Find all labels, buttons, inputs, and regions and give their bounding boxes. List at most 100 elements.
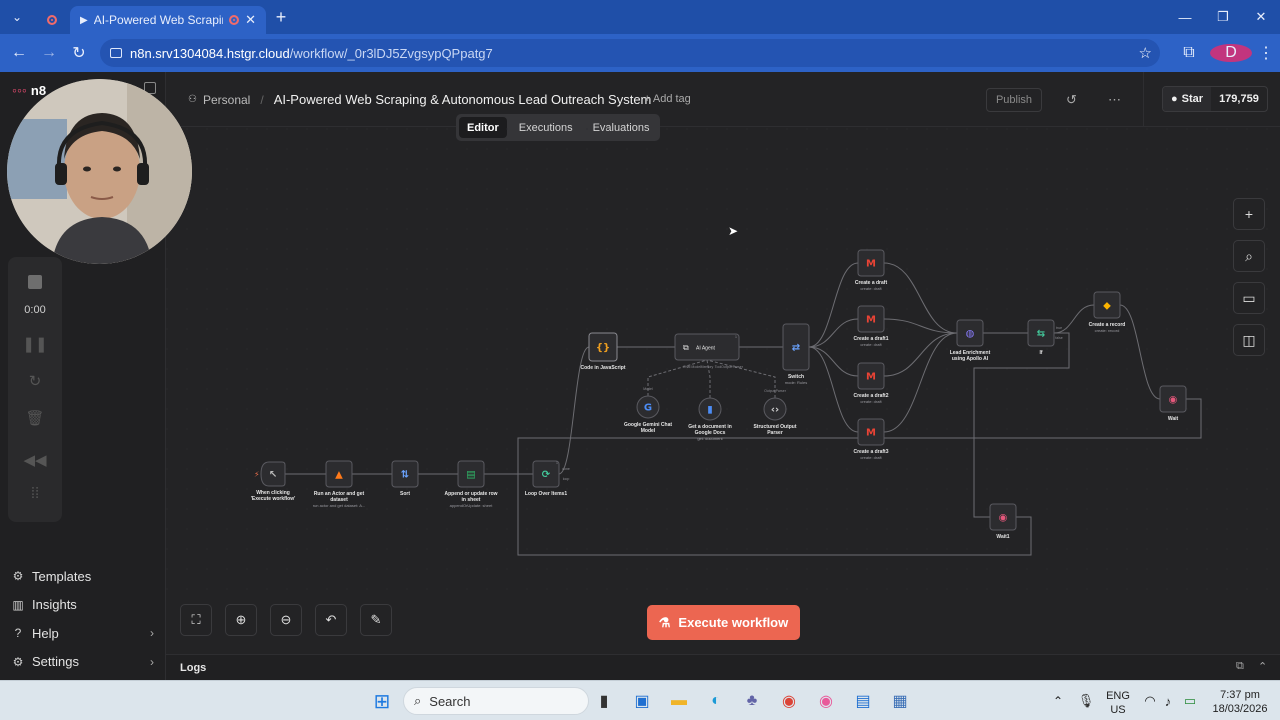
history-icon[interactable]: ↺ — [1066, 92, 1077, 108]
workflow-node-agent[interactable]: ⧉ AI Agent — [674, 333, 740, 361]
stop-recording-button[interactable] — [28, 275, 42, 289]
breadcrumb: ⚇ Personal / AI-Powered Web Scraping & A… — [188, 92, 651, 107]
wait-icon: ◉ — [1169, 395, 1178, 406]
node-title: If — [1039, 350, 1042, 356]
extensions-icon[interactable]: ⧉ — [1168, 44, 1210, 62]
node-title: Model — [641, 428, 656, 434]
pause-icon[interactable]: ❚❚ — [8, 335, 62, 353]
webcam-feed-image — [7, 79, 192, 264]
n8n-app: ◦◦◦ n8 ⚙ Templates ▥ Insights ? Help › ⚙… — [0, 72, 1280, 680]
task-view-icon[interactable]: ▮ — [592, 689, 616, 713]
port-label: loop — [563, 477, 570, 481]
tab-search-menu-button[interactable]: ⌄ — [0, 0, 34, 34]
add-tag-button[interactable]: + Add tag — [644, 93, 691, 105]
zoom-out-button[interactable]: ⊖ — [270, 604, 302, 636]
workflow-node-draft3[interactable]: MCreate a draft3create: draft — [853, 418, 889, 460]
reload-icon[interactable]: ↻ — [64, 43, 94, 63]
apollo-icon: ◍ — [966, 329, 975, 340]
sidebar-item-label: Templates — [32, 568, 92, 584]
chrome-profile-icon[interactable]: ◉ — [814, 689, 838, 713]
clock-date: 18/03/2026 — [1212, 703, 1268, 715]
edge-icon[interactable]: ◐ — [704, 689, 728, 713]
port-label: Output Parser — [721, 365, 744, 369]
bookmark-star-icon[interactable]: ☆ — [1139, 44, 1152, 62]
browser-tab-active[interactable]: ▶ AI-Powered Web Scraping ✕ — [70, 6, 266, 34]
mouse-cursor-icon: ➤ — [728, 224, 739, 238]
new-tab-button[interactable]: + — [266, 7, 296, 28]
restore-icon[interactable]: ❐ — [1204, 0, 1242, 34]
language-indicator[interactable]: ENG US — [1103, 689, 1133, 717]
taskbar-search[interactable]: ⌕ Search — [403, 687, 589, 715]
workflow-canvas[interactable]: ⚡ ↖ When clicking 'Execute workflow' ▲ Run an… — [166, 128, 1280, 654]
calculator-icon[interactable]: ▦ — [888, 689, 912, 713]
apify-icon: ▲ — [335, 470, 343, 481]
more-options-icon[interactable]: ⋯ — [1108, 92, 1121, 108]
header-divider — [1143, 72, 1144, 127]
github-star-label: Star — [1181, 93, 1204, 105]
search-nodes-button[interactable]: ⌕ — [1233, 240, 1265, 272]
windows-start-icon[interactable]: ⊞ — [370, 689, 394, 713]
drag-handle-icon[interactable]: ⁞⁞ — [8, 485, 62, 502]
clock[interactable]: 7:37 pm 18/03/2026 — [1205, 688, 1275, 716]
n8n-logo[interactable]: ◦◦◦ n8 — [12, 82, 46, 98]
workflow-node-airtable[interactable]: ◆Create a recordcreate: record — [1089, 291, 1126, 333]
browser-menu-icon[interactable]: ⋮ — [1252, 43, 1280, 63]
sidebar-item-label: Insights — [32, 597, 77, 613]
address-bar[interactable]: n8n.srv1304084.hstgr.cloud/workflow/_0r3… — [100, 39, 1160, 67]
sidebar-item-help[interactable]: ? Help › — [0, 619, 166, 648]
tidy-up-button[interactable]: ✎ — [360, 604, 392, 636]
tray-overflow-icon[interactable]: ⌃ — [1046, 689, 1070, 713]
undo-button[interactable]: ↶ — [315, 604, 347, 636]
close-window-icon[interactable]: ✕ — [1242, 0, 1280, 34]
workflow-graph[interactable]: ⚡ ↖When clicking'Execute workflow'▲Run an… — [166, 128, 1280, 598]
workflow-node-draft1[interactable]: MCreate a draft1create: draft — [853, 305, 889, 347]
draft3-icon: M — [866, 428, 876, 439]
zoom-in-button[interactable]: ⊕ — [225, 604, 257, 636]
publish-button[interactable]: Publish — [986, 88, 1042, 112]
logs-label: Logs — [180, 662, 207, 674]
profile-button[interactable]: D — [1210, 44, 1252, 62]
browser-tab-recording[interactable] — [34, 6, 70, 34]
language-bottom: US — [1110, 704, 1126, 716]
workflow-node-draft[interactable]: MCreate a draftcreate: draft — [855, 249, 888, 291]
close-tab-icon[interactable]: ✕ — [245, 12, 256, 28]
sidebar-item-insights[interactable]: ▥ Insights — [0, 591, 166, 620]
popout-icon[interactable]: ⧉ — [1236, 660, 1244, 673]
file-explorer-icon[interactable]: ▬ — [667, 689, 691, 713]
sidebar-item-settings[interactable]: ⚙ Settings › — [0, 648, 166, 677]
back-icon[interactable]: ← — [4, 44, 34, 62]
teams-icon[interactable]: ♣ — [740, 689, 764, 713]
github-star-button[interactable]: ● Star 179,759 — [1162, 86, 1268, 112]
node-subtitle: get: document — [697, 436, 723, 441]
sticky-note-button[interactable]: ▭ — [1233, 282, 1265, 314]
minimize-icon[interactable]: — — [1166, 0, 1204, 34]
microphone-icon[interactable]: 🎙 — [1074, 689, 1098, 713]
volume-icon[interactable]: ♪ — [1156, 689, 1180, 713]
add-node-button[interactable]: + — [1233, 198, 1265, 230]
delete-icon[interactable]: 🗑 — [8, 409, 62, 427]
sidebar-item-templates[interactable]: ⚙ Templates — [0, 562, 166, 591]
node-title: Sort — [400, 491, 410, 497]
node-subtitle: create: draft — [860, 399, 882, 404]
execute-workflow-button[interactable]: ⚗ Execute workflow — [647, 605, 800, 640]
breadcrumb-project[interactable]: Personal — [203, 93, 250, 107]
fit-view-button[interactable]: ⛶ — [180, 604, 212, 636]
templates-icon: ⚙ — [12, 569, 24, 584]
notepad-icon[interactable]: ▤ — [851, 689, 875, 713]
chrome-icon[interactable]: ◉ — [777, 689, 801, 713]
forward-icon[interactable]: → — [34, 44, 64, 62]
workflow-node-draft2[interactable]: MCreate a draft2create: draft — [853, 362, 889, 404]
site-info-icon[interactable] — [110, 48, 122, 58]
rewind-icon[interactable]: ◀◀ — [8, 451, 62, 469]
chevron-up-icon[interactable]: ⌃ — [1258, 660, 1267, 673]
execute-workflow-label: Execute workflow — [678, 615, 789, 630]
toggle-panel-button[interactable]: ◫ — [1233, 324, 1265, 356]
workflow-title[interactable]: AI-Powered Web Scraping & Autonomous Lea… — [274, 92, 652, 107]
search-icon: ⌕ — [1245, 247, 1253, 264]
battery-icon[interactable]: ▭ — [1178, 689, 1202, 713]
store-icon[interactable]: ▣ — [630, 689, 654, 713]
node-subtitle: create: draft — [860, 286, 882, 291]
screen-recorder-controls: 0:00 ❚❚ ↻ 🗑 ◀◀ ⁞⁞ — [8, 257, 62, 522]
logs-bar[interactable]: Logs ⧉ ⌃ — [166, 654, 1280, 680]
restart-icon[interactable]: ↻ — [8, 372, 62, 390]
